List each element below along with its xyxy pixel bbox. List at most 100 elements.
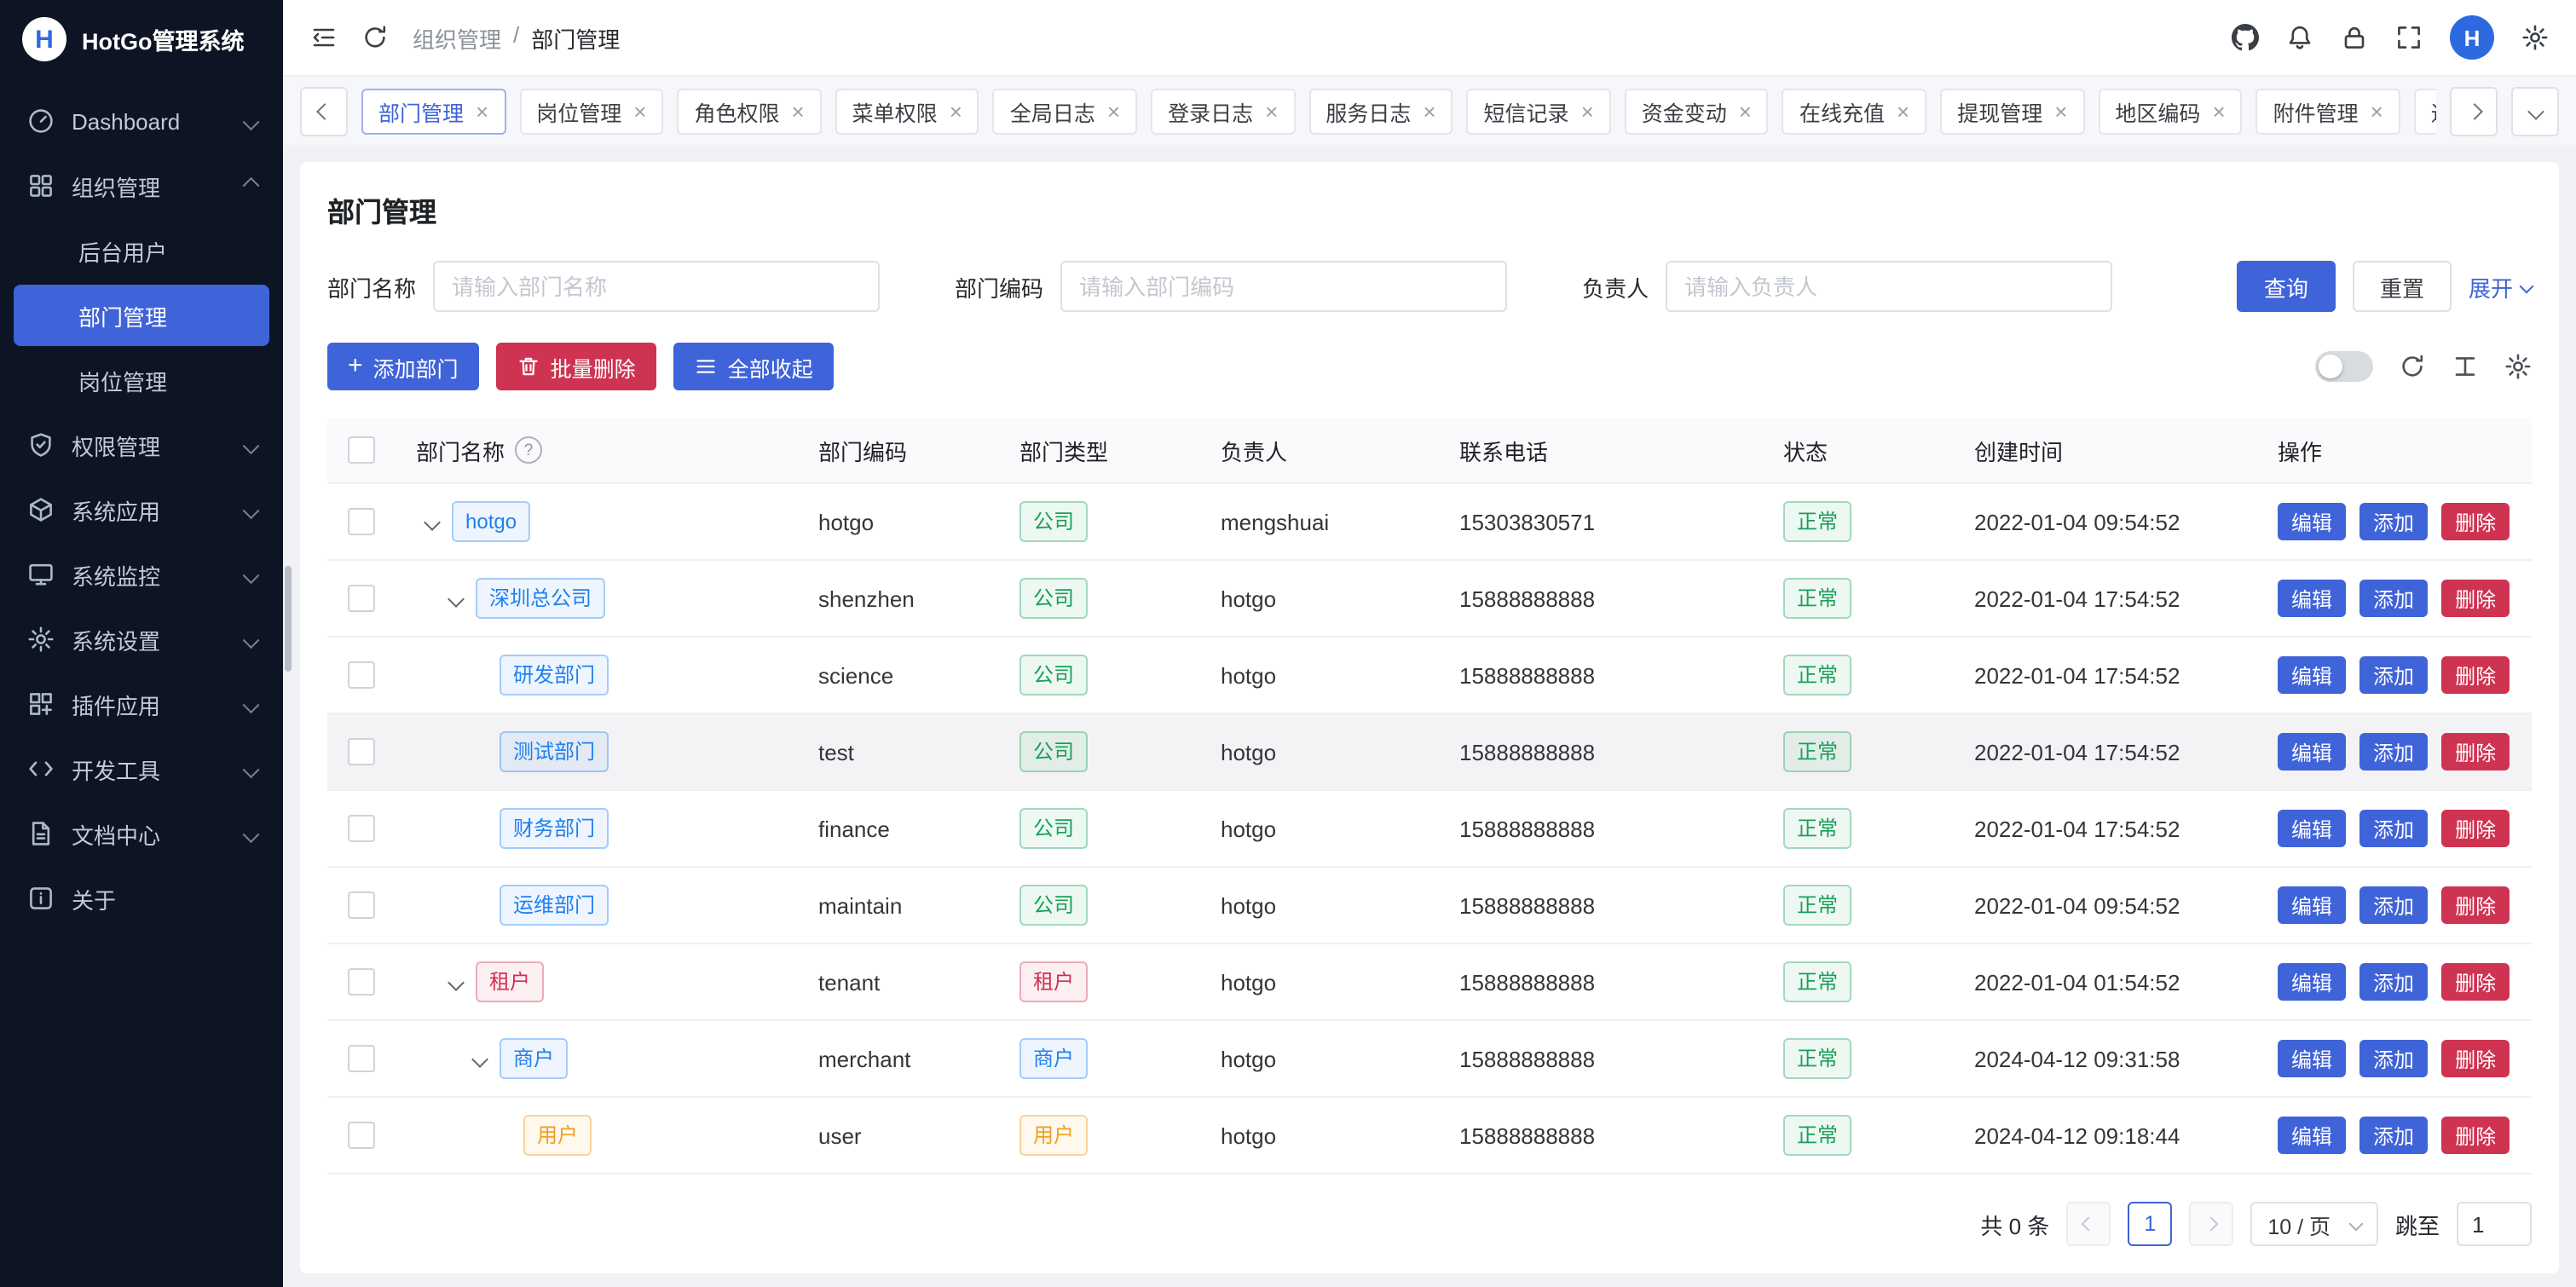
reset-button[interactable]: 重置: [2353, 261, 2452, 312]
table-row[interactable]: 财务部门 finance 公司 hotgo 15888888888 正常 202…: [327, 791, 2532, 868]
tab-close-icon[interactable]: ×: [791, 100, 804, 122]
delete-button[interactable]: 删除: [2441, 580, 2510, 617]
sidebar-item[interactable]: Dashboard: [0, 89, 283, 153]
add-button[interactable]: 添加: [2359, 1040, 2428, 1077]
tab-close-icon[interactable]: ×: [1897, 100, 1909, 122]
sidebar-item[interactable]: 权限管理: [0, 413, 283, 477]
row-checkbox[interactable]: [348, 815, 375, 842]
tab-close-icon[interactable]: ×: [633, 100, 646, 122]
edit-button[interactable]: 编辑: [2278, 503, 2346, 540]
filter-input[interactable]: [1060, 261, 1507, 312]
row-checkbox[interactable]: [348, 968, 375, 996]
add-button[interactable]: 添加: [2359, 886, 2428, 924]
delete-button[interactable]: 删除: [2441, 886, 2510, 924]
department-name-tag[interactable]: 商户: [500, 1038, 568, 1079]
jump-input[interactable]: [2457, 1202, 2532, 1246]
collapse-all-button[interactable]: 全部收起: [673, 343, 834, 390]
refresh-icon[interactable]: [361, 24, 389, 51]
tab-close-icon[interactable]: ×: [1107, 100, 1120, 122]
add-button[interactable]: 添加: [2359, 503, 2428, 540]
add-button[interactable]: 添加: [2359, 963, 2428, 1001]
breadcrumb-parent[interactable]: 组织管理: [413, 21, 501, 54]
batch-delete-button[interactable]: 批量删除: [496, 343, 656, 390]
tab[interactable]: 登录日志 ×: [1151, 88, 1295, 134]
delete-button[interactable]: 删除: [2441, 810, 2510, 847]
table-row[interactable]: 测试部门 test 公司 hotgo 15888888888 正常 2022-0…: [327, 714, 2532, 791]
tab[interactable]: 附件管理 ×: [2256, 88, 2400, 134]
edit-button[interactable]: 编辑: [2278, 580, 2346, 617]
tab-close-icon[interactable]: ×: [950, 100, 962, 122]
tabs-scroll-left-button[interactable]: [300, 86, 348, 136]
striped-toggle[interactable]: [2315, 351, 2373, 382]
bell-icon[interactable]: [2286, 24, 2313, 51]
department-name-tag[interactable]: 财务部门: [500, 808, 609, 849]
tab-close-icon[interactable]: ×: [476, 100, 488, 122]
tab[interactable]: 地区编码 ×: [2098, 88, 2242, 134]
page-size-select[interactable]: 10 / 页: [2250, 1202, 2378, 1246]
table-row[interactable]: hotgo hotgo 公司 mengshuai 15303830571 正常 …: [327, 484, 2532, 561]
sidebar-item[interactable]: 插件应用: [0, 672, 283, 736]
menu-fold-icon[interactable]: [310, 24, 338, 51]
prev-page-button[interactable]: [2066, 1202, 2111, 1246]
expand-icon[interactable]: [424, 513, 441, 530]
table-row[interactable]: 租户 tenant 租户 hotgo 15888888888 正常 2022-0…: [327, 944, 2532, 1021]
row-checkbox[interactable]: [348, 661, 375, 689]
sidebar-item[interactable]: 系统监控: [0, 542, 283, 607]
page-number-button[interactable]: 1: [2128, 1202, 2172, 1246]
add-button[interactable]: 添加: [2359, 733, 2428, 770]
tab[interactable]: 短信记录 ×: [1467, 88, 1611, 134]
lock-icon[interactable]: [2341, 24, 2368, 51]
expand-icon[interactable]: [448, 590, 465, 607]
delete-button[interactable]: 删除: [2441, 1117, 2510, 1154]
department-name-tag[interactable]: 研发部门: [500, 655, 609, 695]
add-department-button[interactable]: + 添加部门: [327, 343, 479, 390]
tab[interactable]: 全局日志 ×: [993, 88, 1137, 134]
department-name-tag[interactable]: 测试部门: [500, 731, 609, 772]
tab[interactable]: 提现管理 ×: [1940, 88, 2084, 134]
table-row[interactable]: 商户 merchant 商户 hotgo 15888888888 正常 2024…: [327, 1021, 2532, 1098]
table-row[interactable]: 运维部门 maintain 公司 hotgo 15888888888 正常 20…: [327, 868, 2532, 944]
row-checkbox[interactable]: [348, 738, 375, 765]
tab[interactable]: 资金变动 ×: [1625, 88, 1769, 134]
tab-close-icon[interactable]: ×: [1265, 100, 1278, 122]
tab[interactable]: 通知公告 ×: [2414, 88, 2436, 134]
search-button[interactable]: 查询: [2237, 261, 2336, 312]
tab-close-icon[interactable]: ×: [1423, 100, 1435, 122]
row-checkbox[interactable]: [348, 585, 375, 612]
tab[interactable]: 在线充值 ×: [1782, 88, 1926, 134]
tab-close-icon[interactable]: ×: [1581, 100, 1594, 122]
refresh-icon[interactable]: [2399, 353, 2426, 380]
add-button[interactable]: 添加: [2359, 656, 2428, 694]
scrollbar-thumb[interactable]: [285, 566, 292, 672]
row-checkbox[interactable]: [348, 892, 375, 919]
sidebar-item[interactable]: 后台用户: [0, 218, 283, 283]
tab-close-icon[interactable]: ×: [1739, 100, 1752, 122]
sidebar-item[interactable]: 开发工具: [0, 736, 283, 801]
row-checkbox[interactable]: [348, 1045, 375, 1072]
tab-close-icon[interactable]: ×: [2212, 100, 2225, 122]
edit-button[interactable]: 编辑: [2278, 1117, 2346, 1154]
filter-input[interactable]: [433, 261, 880, 312]
fullscreen-icon[interactable]: [2395, 24, 2423, 51]
tab[interactable]: 角色权限 ×: [677, 88, 821, 134]
edit-button[interactable]: 编辑: [2278, 656, 2346, 694]
expand-icon[interactable]: [448, 973, 465, 990]
delete-button[interactable]: 删除: [2441, 963, 2510, 1001]
tab-close-icon[interactable]: ×: [2371, 100, 2383, 122]
department-name-tag[interactable]: 用户: [523, 1115, 592, 1156]
department-name-tag[interactable]: 运维部门: [500, 885, 609, 926]
edit-button[interactable]: 编辑: [2278, 886, 2346, 924]
row-checkbox[interactable]: [348, 508, 375, 535]
add-button[interactable]: 添加: [2359, 580, 2428, 617]
edit-button[interactable]: 编辑: [2278, 810, 2346, 847]
app-logo[interactable]: H HotGo管理系统: [0, 0, 283, 78]
sidebar-item[interactable]: 系统设置: [0, 607, 283, 672]
delete-button[interactable]: 删除: [2441, 733, 2510, 770]
filter-input[interactable]: [1666, 261, 2112, 312]
help-icon[interactable]: ?: [515, 436, 542, 464]
sidebar-item[interactable]: 关于: [0, 866, 283, 931]
sidebar-item[interactable]: 文档中心: [0, 801, 283, 866]
edit-button[interactable]: 编辑: [2278, 733, 2346, 770]
gear-icon[interactable]: [2504, 353, 2532, 380]
sidebar-item[interactable]: 系统应用: [0, 477, 283, 542]
